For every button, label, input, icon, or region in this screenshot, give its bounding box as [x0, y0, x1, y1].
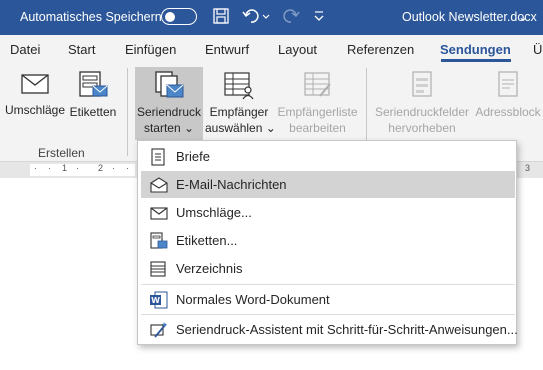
ruler-text-area	[30, 164, 135, 176]
labels-label: Etiketten	[69, 105, 117, 119]
svg-text:W: W	[151, 296, 160, 305]
ruler-tick: 2	[98, 163, 104, 173]
ribbon-group-separator	[127, 68, 128, 156]
edit-recipient-list-label-2: bearbeiten	[289, 121, 346, 135]
tab-start[interactable]: Start	[68, 42, 95, 57]
menu-item-directory[interactable]: Verzeichnis	[141, 255, 515, 282]
select-recipients-label-2: auswählen ⌄	[205, 121, 276, 135]
envelope-icon	[149, 204, 169, 225]
ruler-tick: ·	[48, 163, 51, 173]
menu-item-label: Seriendruck-Assistent mit Schritt-für-Sc…	[176, 322, 518, 337]
ruler-tick: 3	[525, 163, 531, 173]
menu-item-label: Verzeichnis	[176, 261, 243, 276]
group-label-erstellen: Erstellen	[38, 146, 85, 160]
save-icon[interactable]	[212, 7, 230, 28]
edit-recipient-list-label-1: Empfängerliste	[277, 105, 358, 119]
address-block-label: Adressblock	[475, 105, 541, 119]
directory-icon	[149, 260, 167, 281]
toggle-knob	[165, 11, 175, 22]
select-recipients-label-1: Empfänger	[209, 105, 269, 119]
ribbon-tabs: Datei Start Einfügen Entwurf Layout Refe…	[0, 35, 543, 62]
menu-item-letters[interactable]: Briefe	[141, 143, 515, 170]
tab-einfuegen[interactable]: Einfügen	[125, 42, 176, 57]
highlight-merge-fields-label-1: Seriendruckfelder	[374, 105, 470, 119]
address-block-button: Adressblock	[472, 70, 543, 120]
start-mail-merge-content[interactable]: Seriendruck starten ⌄	[135, 70, 203, 136]
menu-item-normal-word-document[interactable]: W Normales Word-Dokument	[141, 286, 515, 313]
edit-recipient-list-button: Empfängerliste bearbeiten	[275, 70, 360, 136]
edit-list-icon	[275, 70, 360, 104]
undo-dropdown-icon[interactable]	[262, 10, 270, 25]
highlight-merge-fields-label-2: hervorheben	[388, 121, 456, 135]
menu-separator	[141, 284, 515, 285]
menu-item-label: Umschläge...	[176, 205, 252, 220]
autosave-toggle[interactable]	[161, 8, 197, 25]
envelopes-label: Umschläge	[5, 103, 66, 117]
ruler-tick: ·	[34, 163, 37, 173]
start-mail-merge-label-2: starten ⌄	[143, 121, 195, 135]
tab-entwurf[interactable]: Entwurf	[205, 42, 249, 57]
address-block-icon	[472, 70, 543, 104]
ruler-tick: ·	[112, 163, 115, 173]
tab-datei[interactable]: Datei	[10, 42, 40, 57]
chevron-down-icon: ⌄	[183, 121, 195, 135]
envelopes-button[interactable]: Umschläge	[5, 70, 65, 118]
label-icon	[149, 232, 169, 253]
menu-item-label: E-Mail-Nachrichten	[176, 177, 287, 192]
menu-item-label: Normales Word-Dokument	[176, 292, 330, 307]
letter-document-icon	[149, 148, 167, 169]
menu-item-label: Etiketten...	[176, 233, 238, 248]
redo-icon	[280, 7, 300, 28]
ruler-tick: 1	[62, 163, 68, 173]
tab-more[interactable]: Ü	[533, 42, 542, 57]
ruler-tick: ·	[76, 163, 79, 173]
highlight-fields-icon	[372, 70, 472, 104]
start-mail-merge-menu: Briefe E-Mail-Nachrichten Umschläge... E…	[137, 140, 518, 345]
wizard-icon	[149, 321, 169, 342]
tab-referenzen[interactable]: Referenzen	[347, 42, 414, 57]
menu-separator	[141, 314, 515, 315]
email-envelope-icon	[149, 176, 169, 197]
labels-icon	[66, 70, 120, 104]
word-document-icon: W	[149, 291, 169, 312]
title-bar: Automatisches Speichern Outlook Newslett…	[0, 0, 543, 35]
document-title: Outlook Newsletter.docx	[402, 10, 537, 24]
ruler-tick: ·	[126, 163, 129, 173]
document-title-dropdown-icon[interactable]: ⌄	[518, 10, 528, 24]
mail-merge-icon	[135, 70, 203, 104]
menu-item-envelopes[interactable]: Umschläge...	[141, 199, 515, 226]
menu-item-labels[interactable]: Etiketten...	[141, 227, 515, 254]
autosave-label: Automatisches Speichern	[20, 10, 162, 24]
menu-item-email-messages[interactable]: E-Mail-Nachrichten	[141, 171, 515, 198]
tab-layout[interactable]: Layout	[278, 42, 317, 57]
start-mail-merge-label-1: Seriendruck	[136, 105, 202, 119]
undo-icon[interactable]	[242, 7, 262, 28]
highlight-merge-fields-button: Seriendruckfelder hervorheben	[372, 70, 472, 136]
quick-access-dropdown-icon[interactable]	[313, 9, 325, 26]
menu-item-mail-merge-wizard[interactable]: Seriendruck-Assistent mit Schritt-für-Sc…	[141, 316, 518, 343]
recipients-list-icon	[205, 70, 273, 104]
select-recipients-button[interactable]: Empfänger auswählen ⌄	[205, 70, 276, 136]
tab-sendungen[interactable]: Sendungen	[440, 42, 511, 57]
labels-button[interactable]: Etiketten	[66, 70, 120, 120]
menu-item-label: Briefe	[176, 149, 210, 164]
envelope-icon	[5, 70, 65, 102]
